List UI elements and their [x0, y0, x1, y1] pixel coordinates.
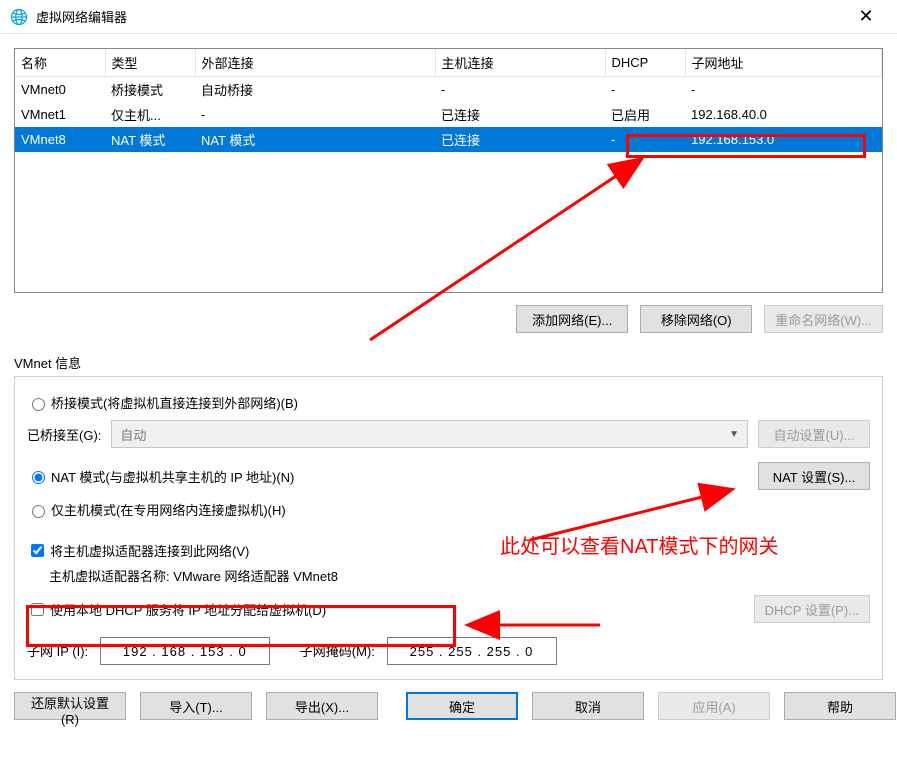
table-row[interactable]: VMnet0桥接模式自动桥接---	[15, 77, 882, 103]
bridge-to-value: 自动	[120, 425, 146, 444]
window-title: 虚拟网络编辑器	[36, 7, 843, 26]
vmnet-info-header: VMnet 信息	[14, 353, 883, 372]
col-header-ext[interactable]: 外部连接	[195, 49, 435, 77]
help-button[interactable]: 帮助	[784, 692, 896, 720]
app-icon	[10, 8, 28, 26]
cell-name: VMnet0	[15, 77, 105, 103]
cell-type: NAT 模式	[105, 127, 195, 152]
nat-settings-button[interactable]: NAT 设置(S)...	[758, 462, 870, 490]
table-row[interactable]: VMnet1仅主机...-已连接已启用192.168.40.0	[15, 102, 882, 127]
chevron-down-icon: ▼	[729, 429, 739, 440]
cell-dhcp: 已启用	[605, 102, 685, 127]
cell-host: 已连接	[435, 102, 605, 127]
cell-ext: 自动桥接	[195, 77, 435, 103]
host-adapter-label: 将主机虚拟适配器连接到此网络(V)	[50, 541, 249, 560]
ok-button[interactable]: 确定	[406, 692, 518, 720]
titlebar: 虚拟网络编辑器 ✕	[0, 0, 897, 34]
cell-type: 桥接模式	[105, 77, 195, 103]
col-header-name[interactable]: 名称	[15, 49, 105, 77]
hostonly-mode-radio[interactable]	[32, 505, 45, 518]
nat-mode-label: NAT 模式(与虚拟机共享主机的 IP 地址)(N)	[51, 467, 294, 486]
remove-network-button[interactable]: 移除网络(O)	[640, 305, 752, 333]
annotation-text: 此处可以查看NAT模式下的网关	[500, 530, 779, 559]
annotation-box-dhcp-check	[26, 605, 456, 647]
cell-type: 仅主机...	[105, 102, 195, 127]
bridge-mode-label: 桥接模式(将虚拟机直接连接到外部网络)(B)	[51, 393, 298, 412]
cell-host: -	[435, 77, 605, 103]
dhcp-settings-button: DHCP 设置(P)...	[754, 595, 870, 623]
cancel-button[interactable]: 取消	[532, 692, 644, 720]
col-header-host[interactable]: 主机连接	[435, 49, 605, 77]
annotation-box-dhcp-subnet	[626, 134, 866, 158]
add-network-button[interactable]: 添加网络(E)...	[516, 305, 628, 333]
nat-mode-radio[interactable]	[32, 471, 45, 484]
restore-defaults-button[interactable]: 还原默认设置(R)	[14, 692, 126, 720]
col-header-subnet[interactable]: 子网地址	[685, 49, 882, 77]
bridge-to-select: 自动 ▼	[111, 420, 748, 448]
auto-settings-button: 自动设置(U)...	[758, 420, 870, 448]
hostonly-mode-label: 仅主机模式(在专用网络内连接虚拟机)(H)	[51, 500, 286, 519]
col-header-type[interactable]: 类型	[105, 49, 195, 77]
export-button[interactable]: 导出(X)...	[266, 692, 378, 720]
apply-button: 应用(A)	[658, 692, 770, 720]
cell-subnet: -	[685, 77, 882, 103]
cell-subnet: 192.168.40.0	[685, 102, 882, 127]
cell-name: VMnet1	[15, 102, 105, 127]
import-button[interactable]: 导入(T)...	[140, 692, 252, 720]
network-table[interactable]: 名称 类型 外部连接 主机连接 DHCP 子网地址 VMnet0桥接模式自动桥接…	[14, 48, 883, 293]
cell-ext: -	[195, 102, 435, 127]
bridge-to-label: 已桥接至(G):	[27, 425, 101, 444]
host-adapter-name: 主机虚拟适配器名称: VMware 网络适配器 VMnet8	[49, 566, 870, 585]
cell-name: VMnet8	[15, 127, 105, 152]
bridge-mode-radio[interactable]	[32, 398, 45, 411]
col-header-dhcp[interactable]: DHCP	[605, 49, 685, 77]
close-button[interactable]: ✕	[843, 0, 889, 34]
cell-host: 已连接	[435, 127, 605, 152]
host-adapter-checkbox[interactable]	[31, 544, 44, 557]
rename-network-button: 重命名网络(W)...	[764, 305, 883, 333]
cell-dhcp: -	[605, 77, 685, 103]
cell-ext: NAT 模式	[195, 127, 435, 152]
